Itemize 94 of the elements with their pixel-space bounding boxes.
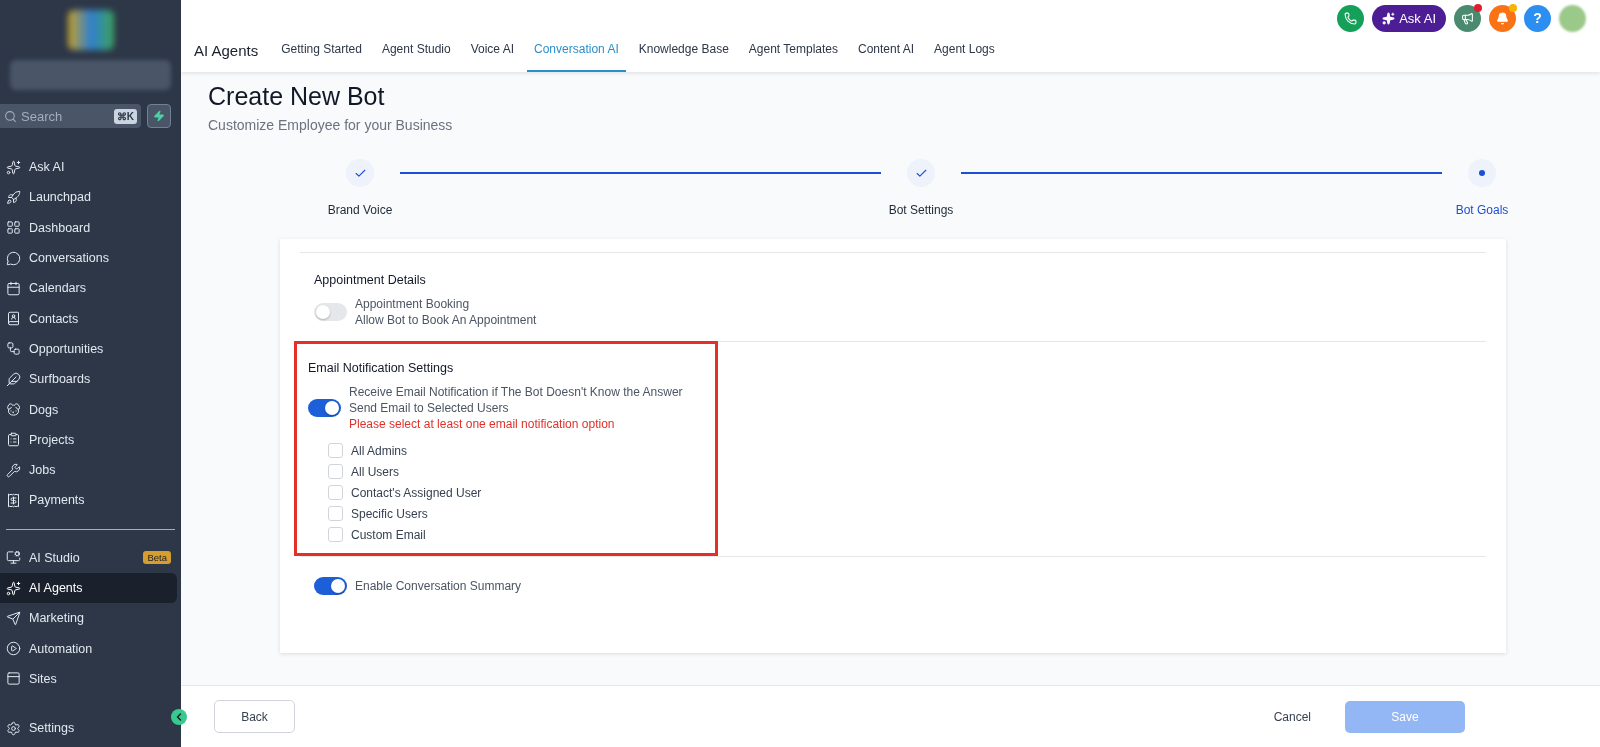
back-button[interactable]: Back xyxy=(214,700,295,733)
sidebar-item[interactable]: Conversations xyxy=(0,242,177,274)
toggle-switch[interactable] xyxy=(314,577,347,595)
beta-badge: Beta xyxy=(143,551,171,565)
browser-icon xyxy=(6,671,21,687)
nav-tab[interactable]: Agent Templates xyxy=(741,34,845,72)
sidebar-item[interactable]: Jobs xyxy=(0,454,177,486)
sidebar-item[interactable]: Settings xyxy=(0,713,181,743)
sidebar-item[interactable]: Marketing xyxy=(0,603,177,634)
checkbox-label: Specific Users xyxy=(351,506,428,521)
sidebar-item[interactable]: AI Agents xyxy=(0,572,177,604)
sidebar-item[interactable]: Surfboards xyxy=(0,364,177,395)
nav-tab[interactable]: Getting Started xyxy=(274,34,369,72)
sidebar-item[interactable]: Ask AI xyxy=(0,152,177,183)
rocket-icon xyxy=(6,189,21,205)
sidebar-item[interactable]: Payments xyxy=(0,485,177,516)
page-subtitle: Customize Employee for your Business xyxy=(208,117,454,133)
sparkles-icon xyxy=(6,580,21,596)
app-title: AI Agents xyxy=(194,40,259,61)
phone-icon xyxy=(1344,11,1358,25)
avatar-placeholder[interactable] xyxy=(1559,4,1586,32)
chat-bubble-icon xyxy=(6,250,21,266)
megaphone-icon xyxy=(1461,11,1474,25)
toggle-switch[interactable] xyxy=(308,399,341,417)
wrench-icon xyxy=(6,462,21,478)
toggle-switch[interactable] xyxy=(314,303,347,321)
sidebar-item[interactable]: Automation xyxy=(0,633,177,664)
toggle-title: Appointment Booking xyxy=(355,297,471,311)
nav-tab[interactable]: Voice AI xyxy=(463,34,522,72)
ask-ai-button[interactable]: Ask AI xyxy=(1372,4,1446,32)
checkbox-label: Custom Email xyxy=(351,527,426,542)
checkbox[interactable] xyxy=(328,443,343,458)
step-label: Bot Goals xyxy=(1455,203,1509,217)
checkbox-label: Contact's Assigned User xyxy=(351,485,482,500)
page-title: Create New Bot xyxy=(208,82,386,111)
toggle-title: Enable Conversation Summary xyxy=(355,579,522,593)
sidebar-item[interactable]: Projects xyxy=(0,424,177,455)
receipt-icon xyxy=(6,492,21,508)
settings-icon xyxy=(6,720,21,736)
feather-icon xyxy=(6,371,21,387)
toggle-title: Receive Email Notification if The Bot Doesn't Know the Answer xyxy=(349,385,683,399)
dog-icon xyxy=(6,402,21,417)
sidebar-item[interactable]: Contacts xyxy=(0,303,177,334)
sidebar-item[interactable]: Dogs xyxy=(0,394,177,425)
sparkles-icon xyxy=(1382,11,1396,25)
step-label: Brand Voice xyxy=(327,203,393,217)
sidebar-item[interactable]: Dashboard xyxy=(0,212,177,243)
paper-plane-icon xyxy=(6,610,21,626)
shortcut-key: ⌘K xyxy=(113,108,137,124)
announcements-button[interactable] xyxy=(1454,4,1481,32)
search-field[interactable]: Search ⌘K xyxy=(0,104,141,128)
sparkles-icon xyxy=(6,159,21,175)
toggle-description: Send Email to Selected Users xyxy=(349,401,510,415)
phone-button[interactable] xyxy=(1337,4,1365,32)
quick-action-button[interactable] xyxy=(147,104,171,128)
notification-dot xyxy=(1509,3,1517,12)
checkbox-label: All Admins xyxy=(351,443,408,458)
nav-tab[interactable]: Conversation AI xyxy=(527,34,626,72)
sidebar-item[interactable]: Launchpad xyxy=(0,182,177,213)
account-switcher-placeholder[interactable] xyxy=(10,60,171,90)
search-icon xyxy=(4,109,17,123)
step-label: Bot Settings xyxy=(888,203,954,217)
logo-placeholder xyxy=(67,10,114,50)
sidebar-item[interactable]: Opportunities xyxy=(0,333,177,365)
nav-tab[interactable]: Agent Studio xyxy=(374,34,458,72)
notification-dot xyxy=(1474,3,1482,12)
section-heading: Appointment Details xyxy=(314,273,427,287)
cancel-button[interactable]: Cancel xyxy=(1267,708,1317,725)
checkbox[interactable] xyxy=(328,485,343,500)
checkbox[interactable] xyxy=(328,464,343,479)
checkbox-label: All Users xyxy=(351,464,399,479)
nav-tab[interactable]: Content AI xyxy=(851,34,922,72)
calendar-icon xyxy=(6,280,21,296)
nav-tab[interactable]: Agent Logs xyxy=(927,34,1002,72)
bell-icon xyxy=(1496,11,1509,25)
play-circle-icon xyxy=(6,641,21,657)
sidebar-item[interactable]: Sites xyxy=(0,663,177,695)
checkbox[interactable] xyxy=(328,527,343,542)
error-message: Please select at least one email notification option xyxy=(349,417,616,431)
nav-tab[interactable]: Knowledge Base xyxy=(631,34,736,72)
section-heading: Email Notification Settings xyxy=(308,361,455,375)
grid-icon xyxy=(6,220,21,236)
monitor-icon xyxy=(6,550,21,566)
collapse-button[interactable] xyxy=(171,709,187,725)
checkbox[interactable] xyxy=(328,506,343,521)
clipboard-icon xyxy=(6,432,21,448)
sidebar-item[interactable]: Calendars xyxy=(0,273,177,304)
toggle-description: Allow Bot to Book An Appointment xyxy=(355,313,537,327)
nodes-icon xyxy=(6,341,21,357)
search-placeholder: Search xyxy=(21,108,63,124)
sidebar-item[interactable]: AI Studio Beta xyxy=(0,542,177,573)
notifications-button[interactable] xyxy=(1489,4,1516,32)
lightning-icon xyxy=(153,110,165,122)
contact-book-icon xyxy=(6,311,21,327)
